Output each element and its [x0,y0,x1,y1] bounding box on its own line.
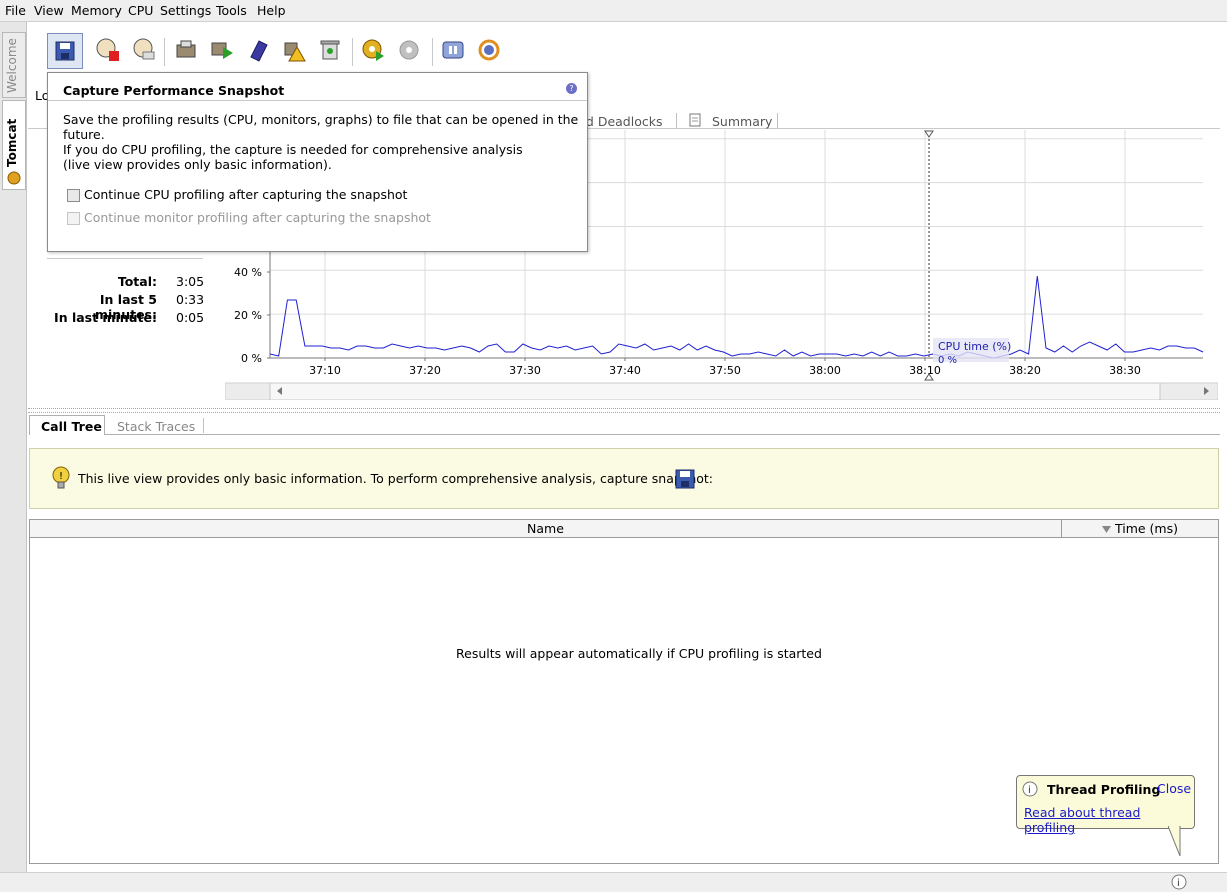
capture-snapshot-inline-icon[interactable] [673,467,697,491]
total-label: Total: [117,274,157,289]
run-gc-icon [211,42,233,59]
refresh-icon [478,39,500,61]
pause-button[interactable] [437,34,469,66]
capture-snapshot-button[interactable] [47,33,83,69]
x-tick-label: 38:30 [1109,364,1141,377]
tomcat-icon [7,171,21,185]
tab-call-tree-label: Call Tree [41,419,102,434]
x-tick-label: 38:00 [809,364,841,377]
x-tick-label: 37:40 [609,364,641,377]
hover-marker-top [924,130,934,138]
status-bar: i [0,872,1227,892]
last-5-minutes-value: 0:33 [176,292,205,307]
y-tick-label: 0 % [241,352,262,365]
menu-memory[interactable]: Memory [71,3,122,18]
svg-text:!: ! [59,471,63,482]
bookmark-icon [250,40,268,62]
empty-results-message: Results will appear automatically if CPU… [456,646,822,661]
warning-icon [284,42,306,62]
total-value: 3:05 [176,274,205,289]
tab-tomcat[interactable]: Tomcat [2,100,26,190]
help-icon[interactable]: ? [566,83,577,94]
svg-text:i: i [1028,785,1031,796]
monitor-settings-button[interactable] [393,34,425,66]
pause-icon [442,41,464,59]
side-tab-strip: Welcome Tomcat [0,22,27,872]
hover-value-label: 0 % [938,355,957,366]
cpu-settings-button[interactable] [357,34,389,66]
column-time-header[interactable]: Time (ms) [1062,520,1218,538]
continue-monitor-label: Continue monitor profiling after capturi… [84,210,431,225]
run-gc-button[interactable] [206,34,238,66]
popup-description: Save the profiling results (CPU, monitor… [63,112,579,142]
sort-descending-icon [1101,526,1111,533]
stop-profiling-button[interactable] [92,34,124,66]
info-icon: i [1022,781,1038,797]
x-tick-label: 38:10 [909,364,941,377]
chart-scrollbar-thumb [269,382,1161,401]
popup-note-line1: If you do CPU profiling, the capture is … [63,142,523,157]
x-tick-label: 38:20 [1009,364,1041,377]
capture-snapshot-icon [55,41,75,61]
tab-tomcat-label: Tomcat [5,118,19,167]
refresh-button[interactable] [473,34,505,66]
tab-call-tree[interactable]: Call Tree [29,415,105,435]
reset-button[interactable] [128,34,160,66]
column-time-label: Time (ms) [1114,521,1178,536]
cpu-time-series-line [269,275,1204,359]
bottom-tab-bar: Call Tree Stack Traces [28,415,1220,435]
reset-icon [133,38,155,60]
x-tick-label: 37:20 [409,364,441,377]
hover-series-label: CPU time (%) [938,340,1011,353]
recycle-bin-icon [320,40,340,60]
menu-cpu[interactable]: CPU [128,3,153,18]
svg-text:i: i [1177,878,1180,889]
live-view-notice: ! This live view provides only basic inf… [29,448,1219,509]
menu-view[interactable]: View [34,3,64,18]
column-name-header[interactable]: Name [30,520,1062,538]
thread-dump-icon [176,40,196,58]
warning-button[interactable] [278,34,310,66]
y-tick-label: 20 % [234,309,262,322]
lightbulb-icon: ! [52,466,70,489]
y-tick-label: 40 % [234,266,262,279]
capture-snapshot-popup: Capture Performance Snapshot ? Save the … [47,72,588,252]
balloon-title: Thread Profiling [1047,782,1161,797]
continue-monitor-checkbox [67,212,80,225]
menu-bar: File View Memory CPU Settings Tools Help [0,0,1227,22]
popup-note-line2: (live view provides only basic informati… [63,157,332,172]
tab-summary[interactable]: Summary [712,114,772,129]
stop-profiling-icon [96,38,119,61]
tab-stack-traces[interactable]: Stack Traces [117,419,195,434]
x-tick-label: 37:10 [309,364,341,377]
menu-settings[interactable]: Settings [160,3,211,18]
balloon-close-link[interactable]: Close [1157,781,1191,796]
notice-text: This live view provides only basic infor… [78,471,714,486]
menu-file[interactable]: File [5,3,26,18]
cpu-settings-icon [362,39,384,61]
menu-help[interactable]: Help [257,3,286,18]
continue-cpu-checkbox[interactable] [67,189,80,202]
recycle-bin-button[interactable] [314,34,346,66]
menu-tools[interactable]: Tools [216,3,247,18]
last-minute-value: 0:05 [176,310,205,325]
notification-icon[interactable]: i [1171,874,1187,890]
x-tick-label: 37:50 [709,364,741,377]
tab-threads-deadlocks[interactable]: nd Deadlocks [578,114,663,129]
continue-cpu-label[interactable]: Continue CPU profiling after capturing t… [84,187,407,202]
tab-welcome-label: Welcome [5,38,19,93]
bookmark-button[interactable] [242,34,274,66]
thread-profiling-balloon: i Thread Profiling Close Read about thre… [1016,775,1195,835]
summary-icon [689,113,701,127]
column-name-label: Name [527,521,564,536]
balloon-pointer [1168,826,1181,856]
last-minute-label: In last minute: [54,310,157,325]
x-tick-label: 37:30 [509,364,541,377]
monitor-settings-icon [399,40,419,60]
popup-title: Capture Performance Snapshot [63,83,285,98]
tab-welcome[interactable]: Welcome [2,32,26,98]
thread-dump-button[interactable] [170,34,202,66]
